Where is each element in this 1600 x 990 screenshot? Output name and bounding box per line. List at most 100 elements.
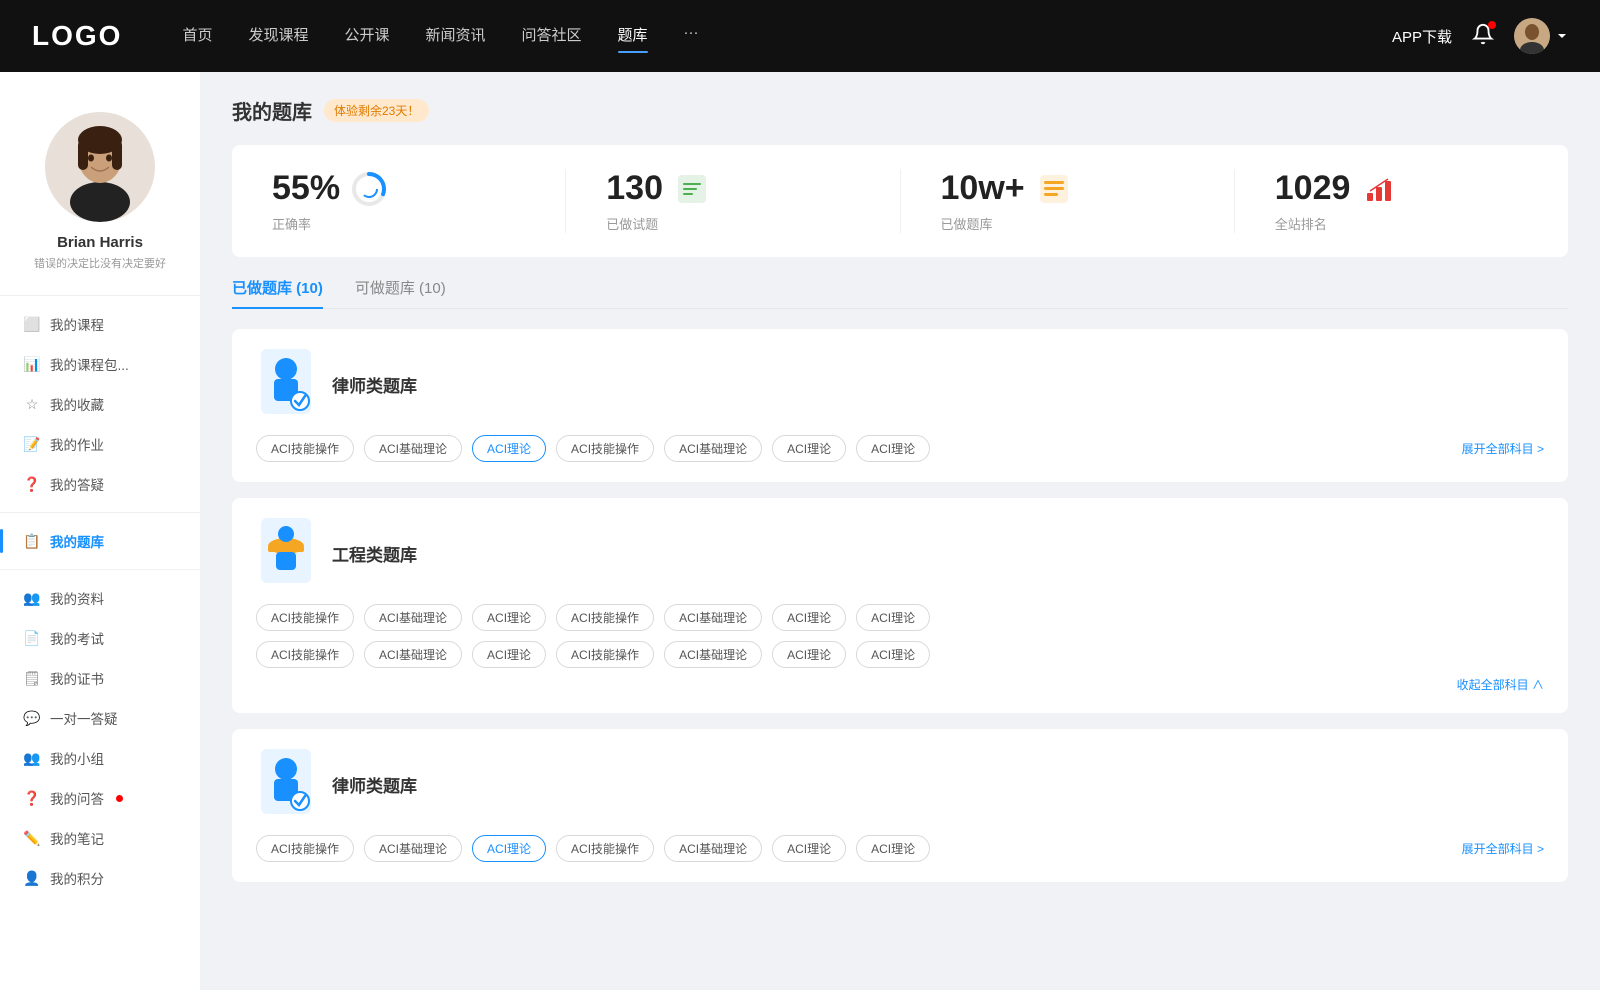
- sidebar-item-my-notes[interactable]: ✏️ 我的笔记: [0, 818, 200, 858]
- tag-lawyer-1-2[interactable]: ACI理论: [472, 435, 546, 462]
- tag-eng-3[interactable]: ACI技能操作: [556, 604, 654, 631]
- stats-bar: 55% 正确率 130: [232, 145, 1568, 257]
- sidebar-item-my-courses[interactable]: ⬜ 我的课程: [0, 304, 200, 344]
- tag-lawyer-1-1[interactable]: ACI基础理论: [364, 435, 462, 462]
- sidebar-item-my-points[interactable]: 👤 我的积分: [0, 858, 200, 898]
- stat-rank: 1029 全站排名: [1235, 169, 1568, 233]
- course-icon: ⬜: [24, 316, 40, 332]
- tag-eng2-3[interactable]: ACI技能操作: [556, 641, 654, 668]
- sidebar-item-homework[interactable]: 📝 我的作业: [0, 424, 200, 464]
- rank-icon: [1362, 172, 1396, 206]
- tag-lawyer2-1[interactable]: ACI基础理论: [364, 835, 462, 862]
- tags-row-engineer-2: ACI技能操作 ACI基础理论 ACI理论 ACI技能操作 ACI基础理论 AC…: [256, 641, 1544, 668]
- logo: LOGO: [32, 20, 122, 52]
- tag-lawyer2-5[interactable]: ACI理论: [772, 835, 846, 862]
- qa-icon: ❓: [24, 476, 40, 492]
- tag-lawyer-1-0[interactable]: ACI技能操作: [256, 435, 354, 462]
- sidebar-item-label: 我的问答: [50, 788, 104, 808]
- tags-row-lawyer-1: ACI技能操作 ACI基础理论 ACI理论 ACI技能操作 ACI基础理论 AC…: [256, 435, 1544, 462]
- nav-discover[interactable]: 发现课程: [248, 24, 308, 49]
- bank-name-engineer: 工程类题库: [332, 541, 417, 566]
- topnav-right: APP下载: [1392, 18, 1568, 54]
- sidebar-divider-2: [0, 512, 200, 513]
- tag-lawyer-1-4[interactable]: ACI基础理论: [664, 435, 762, 462]
- chat-icon: 💬: [24, 710, 40, 726]
- stat-completed: 130 已做试题: [566, 169, 900, 233]
- nav-more[interactable]: ···: [684, 24, 699, 49]
- tag-eng2-2[interactable]: ACI理论: [472, 641, 546, 668]
- tag-lawyer2-4[interactable]: ACI基础理论: [664, 835, 762, 862]
- tag-eng2-4[interactable]: ACI基础理论: [664, 641, 762, 668]
- expand-lawyer-1-button[interactable]: 展开全部科目 >: [1462, 440, 1544, 457]
- completed-icon: [675, 172, 709, 206]
- bank-card-header-lawyer-2: 律师类题库: [256, 749, 1544, 819]
- nav-news[interactable]: 新闻资讯: [426, 24, 486, 49]
- tag-lawyer-1-6[interactable]: ACI理论: [856, 435, 930, 462]
- bank-icon: 📋: [24, 533, 40, 549]
- tag-eng2-1[interactable]: ACI基础理论: [364, 641, 462, 668]
- profile-name: Brian Harris: [57, 234, 143, 251]
- avatar: [1514, 18, 1550, 54]
- sidebar-item-label: 我的作业: [50, 434, 104, 454]
- sidebar-item-my-exam[interactable]: 📄 我的考试: [0, 618, 200, 658]
- sidebar-item-qa[interactable]: ❓ 我的答疑: [0, 464, 200, 504]
- stat-value-banks: 10w+: [941, 169, 1025, 208]
- profile-avatar[interactable]: [45, 112, 155, 222]
- stat-value-rank: 1029: [1275, 169, 1351, 208]
- tab-available[interactable]: 可做题库 (10): [355, 277, 446, 308]
- nav-qa[interactable]: 问答社区: [522, 24, 582, 49]
- nav-open-course[interactable]: 公开课: [344, 24, 389, 49]
- star-icon: ☆: [24, 396, 40, 412]
- sidebar-item-label: 我的积分: [50, 868, 104, 888]
- sidebar-item-my-group[interactable]: 👥 我的小组: [0, 738, 200, 778]
- page-title: 我的题库: [232, 96, 312, 125]
- sidebar-item-my-cert[interactable]: 🗒 我的证书: [0, 658, 200, 698]
- tag-eng-2[interactable]: ACI理论: [472, 604, 546, 631]
- expand-lawyer-2-button[interactable]: 展开全部科目 >: [1462, 840, 1544, 857]
- collapse-engineer-button[interactable]: 收起全部科目 ∧: [256, 676, 1544, 693]
- stat-top-accuracy: 55%: [272, 169, 386, 208]
- tag-eng-0[interactable]: ACI技能操作: [256, 604, 354, 631]
- tag-eng2-0[interactable]: ACI技能操作: [256, 641, 354, 668]
- course-package-icon: 📊: [24, 356, 40, 372]
- tag-eng2-5[interactable]: ACI理论: [772, 641, 846, 668]
- bank-card-header-engineer: 工程类题库: [256, 518, 1544, 588]
- sidebar-item-label: 我的题库: [50, 531, 104, 551]
- nav-bank[interactable]: 题库: [618, 24, 648, 49]
- tag-lawyer2-6[interactable]: ACI理论: [856, 835, 930, 862]
- tag-lawyer2-3[interactable]: ACI技能操作: [556, 835, 654, 862]
- tabs-section: 已做题库 (10) 可做题库 (10): [232, 277, 1568, 309]
- tag-eng-6[interactable]: ACI理论: [856, 604, 930, 631]
- notification-button[interactable]: [1472, 23, 1494, 49]
- exam-icon: 📄: [24, 630, 40, 646]
- sidebar-item-label: 我的答疑: [50, 474, 104, 494]
- sidebar-item-my-questions[interactable]: ❓ 我的问答: [0, 778, 200, 818]
- tag-eng-4[interactable]: ACI基础理论: [664, 604, 762, 631]
- notification-dot: [1488, 21, 1496, 29]
- tab-done[interactable]: 已做题库 (10): [232, 277, 323, 308]
- app-download-button[interactable]: APP下载: [1392, 26, 1452, 47]
- stat-label-rank: 全站排名: [1275, 214, 1327, 233]
- sidebar-item-1on1[interactable]: 💬 一对一答疑: [0, 698, 200, 738]
- sidebar-item-my-bank[interactable]: 📋 我的题库: [0, 521, 200, 561]
- bank-card-lawyer-2: 律师类题库 ACI技能操作 ACI基础理论 ACI理论 ACI技能操作 ACI基…: [232, 729, 1568, 882]
- sidebar-item-favorites[interactable]: ☆ 我的收藏: [0, 384, 200, 424]
- sidebar-item-course-package[interactable]: 📊 我的课程包...: [0, 344, 200, 384]
- sidebar-item-my-data[interactable]: 👥 我的资料: [0, 578, 200, 618]
- bank-card-header-lawyer-1: 律师类题库: [256, 349, 1544, 419]
- tag-eng-5[interactable]: ACI理论: [772, 604, 846, 631]
- tag-lawyer2-2[interactable]: ACI理论: [472, 835, 546, 862]
- stat-value-accuracy: 55%: [272, 169, 340, 208]
- group-icon: 👥: [24, 750, 40, 766]
- tag-eng-1[interactable]: ACI基础理论: [364, 604, 462, 631]
- trial-badge: 体验剩余23天！: [324, 99, 429, 122]
- bank-lawyer-icon-2: [256, 749, 316, 819]
- tag-eng2-6[interactable]: ACI理论: [856, 641, 930, 668]
- stat-top-completed: 130: [606, 169, 709, 208]
- tag-lawyer-1-3[interactable]: ACI技能操作: [556, 435, 654, 462]
- nav-home[interactable]: 首页: [182, 24, 212, 49]
- tag-lawyer-1-5[interactable]: ACI理论: [772, 435, 846, 462]
- tag-lawyer2-0[interactable]: ACI技能操作: [256, 835, 354, 862]
- stat-top-rank: 1029: [1275, 169, 1397, 208]
- user-avatar-button[interactable]: [1514, 18, 1568, 54]
